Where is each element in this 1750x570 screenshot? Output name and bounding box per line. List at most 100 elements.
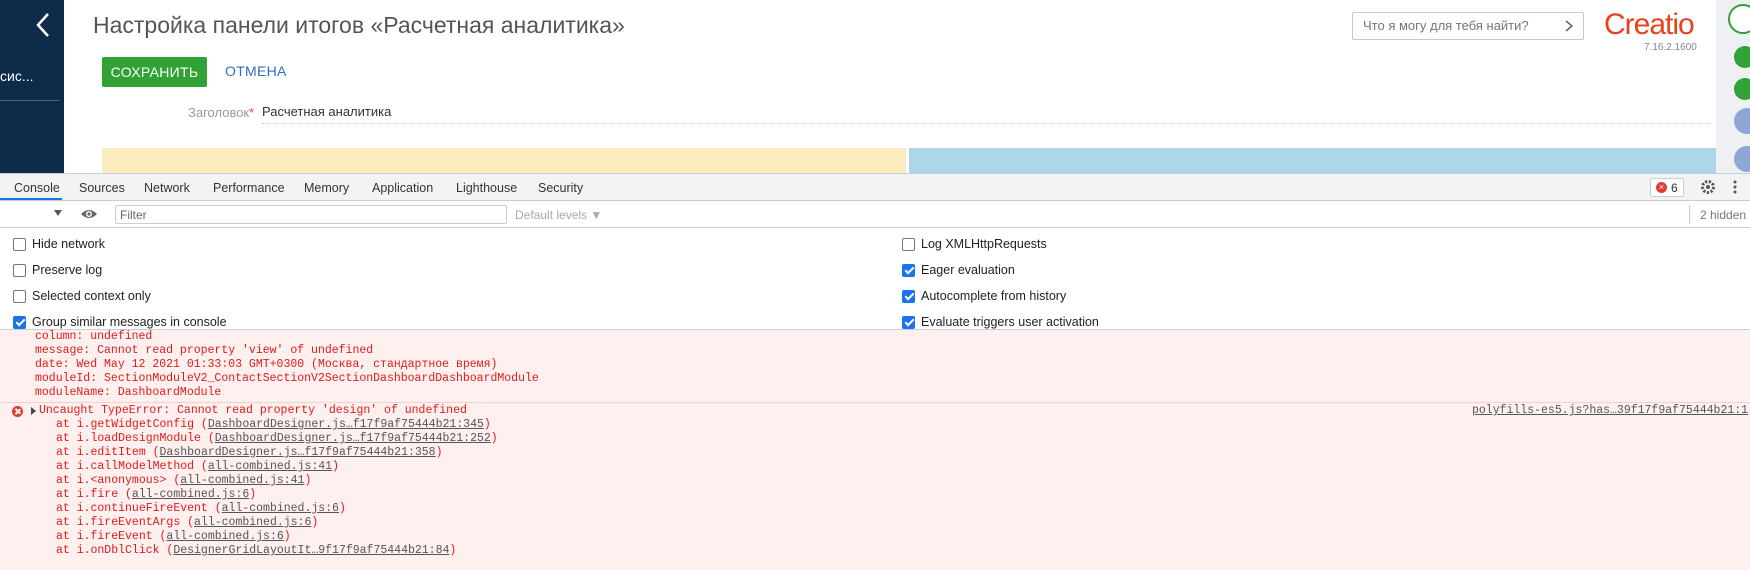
checkbox[interactable] [13,263,26,277]
devtools-tabbar: Console Sources Network Performance Memo… [0,174,1750,201]
option-label: Evaluate triggers user activation [921,315,1099,329]
option-autocomplete-history[interactable]: Autocomplete from history [902,289,1066,303]
hidden-messages-count: 2 hidden [1700,208,1747,222]
caption-field-label: Заголовок* [188,105,254,120]
log-row-divider [0,402,1750,403]
stack-frame-close: ) [332,460,339,473]
tab-network[interactable]: Network [144,181,190,195]
error-count: 6 [1671,180,1678,195]
app-root: сис... Настройка панели итогов «Расчетна… [0,0,1750,570]
feed-icon[interactable] [1734,108,1750,134]
page-title: Настройка панели итогов «Расчетная анали… [93,12,625,38]
tab-lighthouse[interactable]: Lighthouse [456,181,517,195]
help-icon[interactable] [1734,78,1750,100]
active-tab-indicator [0,198,62,200]
more-options-icon[interactable] [1732,179,1738,195]
dashboard-widget-blue[interactable] [909,148,1719,173]
checkbox[interactable] [902,289,915,303]
option-selected-context-only[interactable]: Selected context only [13,289,151,303]
search-go-icon[interactable] [1564,19,1574,33]
console-filter-input[interactable] [115,205,507,224]
stack-frame-link[interactable]: all-combined.js:41 [208,460,332,473]
option-label: Selected context only [32,289,151,303]
option-log-xhr[interactable]: Log XMLHttpRequests [902,237,1047,251]
global-search[interactable] [1352,12,1584,40]
stack-frame-link[interactable]: DashboardDesigner.js…f17f9af75444b21:252 [215,432,491,445]
stack-frame-close: ) [311,516,319,529]
search-input[interactable] [1363,18,1553,33]
stack-frame-link[interactable]: DesignerGridLayoutIt…9f17f9af75444b21:84 [173,544,449,557]
checkbox[interactable] [13,315,26,329]
settings-gear-icon[interactable] [1700,179,1716,195]
stack-frame-close: ) [449,544,457,557]
option-preserve-log[interactable]: Preserve log [13,263,102,277]
stack-frame-function: at i.callModelMethod ( [56,460,208,473]
option-eager-evaluation[interactable]: Eager evaluation [902,263,1015,277]
stack-frame-link[interactable]: DashboardDesigner.js…f17f9af75444b21:358 [160,446,436,459]
object-property-line: moduleId: SectionModuleV2_ContactSection… [35,372,539,385]
stack-frame: at i.fire (all-combined.js:6) [56,488,256,502]
stack-frame: at i.onDblClick (DesignerGridLayoutIt…9f… [56,544,456,558]
dashboard-widget-yellow[interactable] [102,148,906,173]
settings-gear-icon[interactable] [1734,46,1750,68]
stack-frame-link[interactable]: all-combined.js:41 [180,474,304,487]
tab-memory[interactable]: Memory [304,181,349,195]
live-expression-eye-icon[interactable] [80,207,98,221]
option-label: Preserve log [32,263,103,277]
stack-frame: at i.fireEvent (all-combined.js:6) [56,530,291,544]
checkbox[interactable] [13,289,26,303]
stack-frame-link[interactable]: DashboardDesigner.js…f17f9af75444b21:345 [208,418,484,431]
checkbox[interactable] [902,263,915,277]
stack-frame: at i.getWidgetConfig (DashboardDesigner.… [56,418,491,432]
save-button[interactable]: СОХРАНИТЬ [102,57,207,87]
error-icon [12,406,23,417]
stack-frame: at i.callModelMethod (all-combined.js:41… [56,460,339,474]
error-count-badge[interactable]: × 6 [1650,178,1684,197]
caption-label-text: Заголовок [188,105,250,120]
stack-frame: at i.fireEventArgs (all-combined.js:6) [56,516,318,530]
checkbox[interactable] [13,237,26,251]
option-label: Group similar messages in console [32,315,227,329]
console-settings-pane: Hide network Preserve log Selected conte… [0,228,1750,330]
tab-application[interactable]: Application [372,181,433,195]
checkbox[interactable] [902,237,915,251]
tab-performance[interactable]: Performance [213,181,285,195]
stack-frame-function: at i.fireEventArgs ( [56,516,195,529]
stack-frame-link[interactable]: all-combined.js:6 [132,488,249,501]
option-hide-network[interactable]: Hide network [13,237,105,251]
expand-triangle-icon[interactable] [31,407,36,415]
console-log: column: undefined message: Cannot read pr… [0,330,1750,570]
stack-frame: at i.editItem (DashboardDesigner.js…f17f… [56,446,442,460]
nav-section-label[interactable]: сис... [0,68,34,84]
log-levels-dropdown[interactable]: Default levels ▼ [515,208,602,222]
tab-sources[interactable]: Sources [79,181,125,195]
required-marker: * [249,105,255,120]
toolbar-divider [1689,205,1690,224]
tab-security[interactable]: Security [538,181,583,195]
stack-frame: at i.continueFireEvent (all-combined.js:… [56,502,346,516]
stack-frame-link[interactable]: all-combined.js:6 [166,530,283,543]
stack-frame-function: at i.editItem ( [56,446,160,459]
cancel-button[interactable]: ОТМЕНА [225,63,287,79]
stack-frame-close: ) [304,474,312,487]
tab-console[interactable]: Console [14,181,60,195]
right-action-rail [1716,0,1750,173]
profile-icon[interactable] [1728,4,1750,34]
context-dropdown-icon[interactable] [54,209,62,217]
option-label: Log XMLHttpRequests [921,237,1047,251]
stack-frame-close: ) [249,488,257,501]
stack-frame-link[interactable]: all-combined.js:6 [194,516,311,529]
caption-field-value[interactable]: Расчетная аналитика [262,104,391,119]
option-group-similar[interactable]: Group similar messages in console [13,315,227,329]
stack-frame-link[interactable]: all-combined.js:6 [222,502,339,515]
notes-icon[interactable] [1734,146,1750,172]
stack-frame-close: ) [483,418,491,431]
creatio-logo: Creatio [1604,8,1695,41]
error-message: Uncaught TypeError: Cannot read property… [39,404,467,417]
checkbox[interactable] [902,315,915,329]
error-source-link[interactable]: polyfills-es5.js?has…39f17f9af75444b21:1 [1472,404,1748,418]
stack-frame-function: at i.fireEvent ( [56,530,167,543]
option-evaluate-triggers[interactable]: Evaluate triggers user activation [902,315,1099,329]
object-property-line: moduleName: DashboardModule [35,386,222,399]
back-arrow-icon[interactable] [34,10,54,40]
